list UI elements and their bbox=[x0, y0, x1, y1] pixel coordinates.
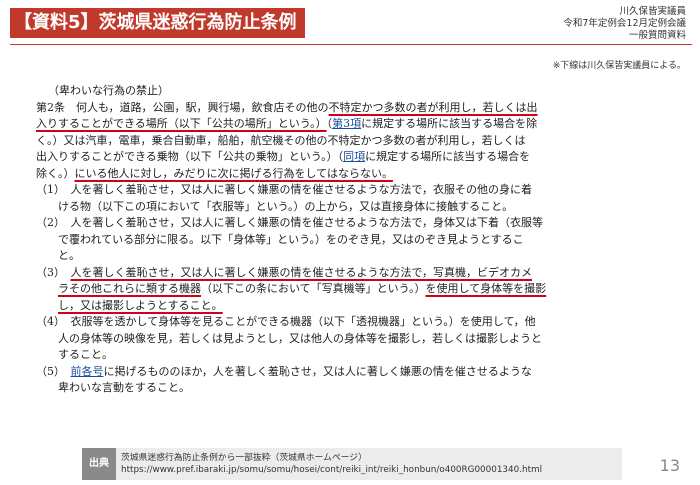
presenter-name: 川久保皆実議員 bbox=[619, 6, 686, 17]
text-line: 入りすることができる場所（以下「公共の場所」という。）（第3項に規定する場所に該… bbox=[36, 116, 666, 133]
text-line: （3） 人を著しく羞恥させ，又は人に著しく嫌悪の情を催させるような方法で，写真機… bbox=[36, 265, 666, 282]
article-body: 第2条 何人も，道路，公園，駅，興行場，飲食店その他の不特定かつ多数の者が利用し… bbox=[36, 100, 666, 397]
text-run: 卑わいな言動をすること。 bbox=[36, 381, 190, 394]
text-run: に掲げるもののほか，人を著しく羞恥させ，又は人に著しく嫌悪の情を催させるような bbox=[103, 364, 532, 378]
underlined-text: 不特定かつ多数の者が利用し，若しくは出 bbox=[328, 100, 538, 114]
cross-reference-link[interactable]: 同項 bbox=[343, 150, 365, 163]
cross-reference-link[interactable]: 前各号 bbox=[71, 365, 104, 378]
text-line: （4） 衣服等を透かして身体等を見ることができる機器（以下「透視機器」という。）… bbox=[36, 314, 666, 331]
slide-header: 【資料5】茨城県迷惑行為防止条例 川久保皆実議員 令和7年定例会12月定例会議 … bbox=[0, 0, 700, 46]
text-line: と。 bbox=[36, 248, 666, 265]
ordinance-text: （卑わいな行為の禁止） 第2条 何人も，道路，公園，駅，興行場，飲食店その他の不… bbox=[36, 83, 666, 397]
underlined-text: 入りすることができる場所（以下「公共の場所」という。） bbox=[36, 117, 327, 130]
text-line: すること。 bbox=[36, 347, 666, 364]
text-run: と。 bbox=[36, 249, 80, 262]
text-line: （1） 人を著しく羞恥させ，又は人に著しく嫌悪の情を催させるような方法で，衣服そ… bbox=[36, 182, 666, 199]
text-run: （5） bbox=[36, 364, 71, 378]
heading-text: （卑わいな行為の禁止） bbox=[48, 84, 169, 97]
text-run: で覆われている部分に限る。以下「身体等」という。）をのぞき見，又はのぞき見ようと… bbox=[36, 232, 524, 246]
header-divider bbox=[10, 44, 692, 45]
session-name: 令和7年定例会12月定例会議 bbox=[563, 18, 686, 29]
source-text: 茨城県迷惑行為防止条例から一部抜粋（茨城県ホームページ） https://www… bbox=[121, 452, 542, 476]
page-number: 13 bbox=[659, 456, 680, 475]
source-title: 茨城県迷惑行為防止条例から一部抜粋（茨城県ホームページ） bbox=[121, 453, 367, 463]
presenter-info: 川久保皆実議員 令和7年定例会12月定例会議 一般質問資料 bbox=[563, 6, 686, 42]
text-run: 除く。） bbox=[36, 166, 75, 180]
text-run: （4） 衣服等を透かして身体等を見ることができる機器（以下「透視機器」という。）… bbox=[36, 315, 536, 328]
text-run: く。）又は汽車，電車，乗合自動車，船舶，航空機その他の不特定かつ多数の者が利用し… bbox=[36, 133, 526, 147]
text-run: に規定する場所に該当する場合を除 bbox=[361, 117, 538, 130]
article-heading: （卑わいな行為の禁止） bbox=[36, 83, 666, 100]
underlined-text: にいる他人に対し，みだりに次に掲げる行為をしてはならない。 bbox=[74, 166, 393, 180]
document-type: 一般質問資料 bbox=[628, 30, 686, 41]
text-run: すること。 bbox=[36, 348, 113, 361]
underline-note: ※下線は川久保皆実議員による。 bbox=[552, 61, 686, 71]
text-line: （2） 人を著しく羞恥させ，又は人に著しく嫌悪の情を催させるような方法で，身体又… bbox=[36, 215, 666, 232]
text-line: し，又は撮影しようとすること。 bbox=[36, 298, 666, 315]
underlined-text: ラその他これらに類する機器 bbox=[58, 282, 201, 295]
text-line: 出入りすることができる乗物（以下「公共の乗物」という。）（同項に規定する場所に該… bbox=[36, 149, 666, 166]
text-run: （3） bbox=[36, 265, 71, 279]
text-run: （1） 人を著しく羞恥させ，又は人に著しく嫌悪の情を催させるような方法で，衣服そ… bbox=[36, 183, 533, 196]
text-line: （5） 前各号に掲げるもののほか，人を著しく羞恥させ，又は人に著しく嫌悪の情を催… bbox=[36, 364, 666, 381]
text-run: に規定する場所に該当する場合を bbox=[365, 150, 531, 163]
text-line: で覆われている部分に限る。以下「身体等」という。）をのぞき見，又はのぞき見ようと… bbox=[36, 232, 666, 249]
text-run: 第2条 何人も，道路，公園，駅，興行場，飲食店その他の bbox=[36, 100, 329, 114]
slide-title: 【資料5】茨城県迷惑行為防止条例 bbox=[10, 8, 305, 38]
source-url[interactable]: https://www.pref.ibaraki.jp/somu/somu/ho… bbox=[121, 464, 542, 476]
source-label: 出典 bbox=[82, 448, 116, 480]
text-line: く。）又は汽車，電車，乗合自動車，船舶，航空機その他の不特定かつ多数の者が利用し… bbox=[36, 133, 666, 150]
text-line: 卑わいな言動をすること。 bbox=[36, 380, 666, 397]
text-run: （2） 人を著しく羞恥させ，又は人に著しく嫌悪の情を催させるような方法で，身体又… bbox=[36, 216, 544, 229]
text-run: 出入りすることができる乗物（以下「公共の乗物」という。）（ bbox=[36, 150, 344, 163]
text-line: 人の身体等の映像を見，若しくは見ようとし，又は他人の身体等を撮影し，若しくは撮影… bbox=[36, 331, 666, 348]
text-run: ける物（以下この項において「衣服等」という。）の上から，又は直接身体に接触するこ… bbox=[36, 199, 514, 213]
text-line: ける物（以下この項において「衣服等」という。）の上から，又は直接身体に接触するこ… bbox=[36, 199, 666, 216]
cross-reference-link[interactable]: 第3項 bbox=[332, 117, 361, 130]
text-line: ラその他これらに類する機器（以下この条において「写真機等」という。）を使用して身… bbox=[36, 281, 666, 298]
text-run: 人の身体等の映像を見，若しくは見ようとし，又は他人の身体等を撮影し，若しくは撮影… bbox=[36, 331, 542, 345]
text-run bbox=[36, 282, 58, 295]
text-run bbox=[36, 299, 58, 312]
underlined-text: を使用して身体等を撮影 bbox=[425, 282, 547, 295]
text-line: 第2条 何人も，道路，公園，駅，興行場，飲食店その他の不特定かつ多数の者が利用し… bbox=[36, 100, 666, 117]
underlined-text: し，又は撮影しようとすること。 bbox=[58, 298, 223, 312]
underlined-text: 人を著しく羞恥させ，又は人に著しく嫌悪の情を催させるような方法で，写真機，ビデオ… bbox=[70, 265, 533, 279]
text-run: （以下この条において「写真機等」という。） bbox=[201, 282, 426, 295]
text-line: 除く。）にいる他人に対し，みだりに次に掲げる行為をしてはならない。 bbox=[36, 166, 666, 183]
